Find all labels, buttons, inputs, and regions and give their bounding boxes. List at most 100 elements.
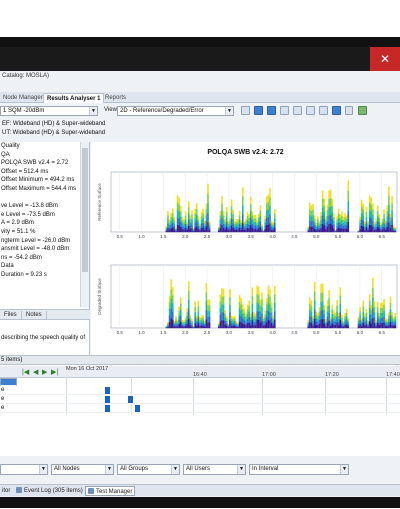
surface-bar <box>265 310 268 317</box>
schedule-timeline: |◀ ◀ ▶ ▶| Mon 16 Oct 2017 16:40 17:00 17… <box>0 366 400 456</box>
surface-bar <box>381 322 384 329</box>
event-log-icon <box>16 487 22 493</box>
x-tick-label: 5.5 <box>335 330 342 335</box>
zoom-icon[interactable] <box>241 106 250 115</box>
schedule-block[interactable] <box>135 405 140 412</box>
chevron-down-icon: ▼ <box>340 465 348 474</box>
chart-view-icon[interactable] <box>254 106 263 115</box>
interval-filter-value: In Interval <box>252 466 279 472</box>
metric-item: ns = -54.2 dBm <box>1 254 42 261</box>
user-filter-select[interactable]: All Users ▼ <box>183 464 246 475</box>
schedule-row[interactable]: e <box>0 396 400 404</box>
schedule-row[interactable] <box>0 378 17 386</box>
surface-bar <box>199 321 201 324</box>
surface-bar <box>197 311 200 318</box>
surface-bar <box>381 223 384 227</box>
surface-bar <box>197 216 200 220</box>
surface-bar <box>179 226 182 233</box>
next-icon[interactable]: ▶ <box>42 369 47 376</box>
schedule-block[interactable] <box>105 396 110 403</box>
surface-bar <box>360 219 363 226</box>
surface-bar <box>347 221 350 233</box>
surface-bar <box>315 226 318 229</box>
schedule-block[interactable] <box>128 396 133 403</box>
schedule-block[interactable] <box>105 405 110 412</box>
metrics-scrollbar[interactable] <box>80 142 89 307</box>
surface-bar <box>381 226 384 230</box>
close-chart-icon[interactable] <box>293 106 302 115</box>
surface-bar <box>315 223 318 226</box>
tab-node-manager[interactable]: Node Manager <box>0 93 46 103</box>
surface-bar <box>376 306 379 313</box>
surface-bar <box>317 319 319 323</box>
view-select[interactable]: 2D - Reference/Degraded/Error ▼ <box>117 106 234 116</box>
surface-bar <box>179 216 182 222</box>
surface-bar <box>386 221 389 227</box>
node-filter-select[interactable]: All Nodes ▼ <box>51 464 114 475</box>
schedule-row[interactable]: e <box>0 405 400 413</box>
surface-bar <box>310 226 313 233</box>
surface-bar <box>184 321 187 324</box>
surface-bar <box>237 226 239 230</box>
surface-bar <box>175 323 177 326</box>
surface-bar <box>230 225 233 233</box>
tab-test-manager[interactable]: Test Manager <box>85 486 136 496</box>
surface-bar <box>267 201 270 210</box>
export-icon[interactable] <box>267 106 276 115</box>
surface-bar <box>199 225 201 228</box>
schedule-row[interactable]: e <box>0 387 400 395</box>
filter-select-1[interactable]: ▼ <box>0 464 48 475</box>
schedule-block[interactable] <box>105 387 110 394</box>
surface-bar <box>233 323 236 326</box>
first-icon[interactable]: |◀ <box>22 369 29 376</box>
tab-monitor[interactable]: itor <box>0 486 12 496</box>
surface-bar <box>317 228 319 233</box>
surface-bar <box>168 222 171 225</box>
surface-bar <box>323 314 326 319</box>
surface-bar <box>391 217 393 226</box>
surface-bar <box>337 213 340 219</box>
surface-bar <box>317 322 319 326</box>
tab-results-analyser[interactable]: Results Analyser 1 <box>43 93 105 103</box>
schedule-rows: e e e <box>0 378 400 415</box>
last-icon[interactable]: ▶| <box>51 369 58 376</box>
surface-bar <box>264 215 266 220</box>
surface-bar <box>241 304 244 310</box>
surface-bar <box>205 301 208 311</box>
surface-bar <box>329 215 332 224</box>
surface-bar <box>337 318 340 323</box>
scrollbar-thumb[interactable] <box>82 148 88 272</box>
search-icon[interactable] <box>280 106 289 115</box>
surface-bar <box>380 312 382 319</box>
user-filter-value: All Users <box>186 466 211 472</box>
surface-bar <box>270 317 273 324</box>
tab-files[interactable]: Files <box>0 311 22 320</box>
prev-icon[interactable]: ◀ <box>33 369 38 376</box>
surface-bar <box>232 316 234 320</box>
surface-bar <box>224 310 226 314</box>
play-icon[interactable] <box>332 106 341 115</box>
surface-bar <box>269 205 271 215</box>
surface-bar <box>240 224 242 228</box>
close-button[interactable]: ✕ <box>370 47 400 71</box>
surface-bar <box>262 325 265 329</box>
surface-bar <box>320 301 322 311</box>
surface-bar <box>173 223 176 227</box>
x-tick-label: 2.0 <box>182 330 189 335</box>
surface-bar <box>373 301 376 308</box>
print-icon[interactable] <box>319 106 328 115</box>
group-filter-select[interactable]: All Groups ▼ <box>117 464 180 475</box>
tab-reports[interactable]: Reports <box>102 93 129 103</box>
refresh-icon[interactable] <box>358 106 367 115</box>
surface-bar <box>345 222 348 226</box>
surface-bar <box>229 288 231 297</box>
test-select[interactable]: 1 SQM -20dBm ▼ <box>0 106 98 116</box>
surface-bar <box>219 321 222 329</box>
dropdown-icon[interactable] <box>345 106 353 115</box>
surface-bar <box>230 325 233 329</box>
tab-event-log[interactable]: Event Log (305 items) <box>14 486 85 496</box>
interval-filter-select[interactable]: In Interval ▼ <box>249 464 349 475</box>
copy-icon[interactable] <box>306 106 315 115</box>
tab-notes[interactable]: Notes <box>22 311 47 320</box>
surface-bar <box>222 296 225 305</box>
